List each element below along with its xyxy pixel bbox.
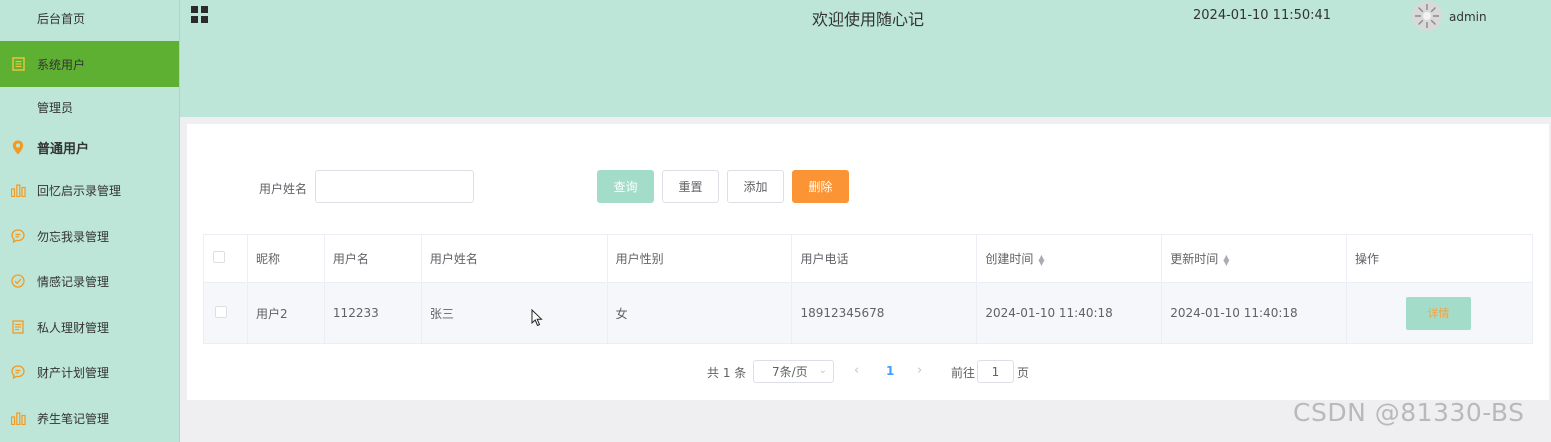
document-icon xyxy=(10,319,26,335)
goto-unit: 页 xyxy=(1017,366,1030,380)
column-header-label: 更新时间 xyxy=(1170,252,1219,266)
sidebar-item-label: 养生笔记管理 xyxy=(37,411,110,426)
sidebar-item-health-notes[interactable]: 养生笔记管理 xyxy=(0,398,179,438)
sidebar-item-home[interactable]: 后台首页 xyxy=(0,0,179,36)
table-header-row: 昵称 用户名 用户姓名 用户性别 用户电话 创建时间 ▲ ▼ 更新时间 ▲ ▼ 操作 xyxy=(203,234,1533,283)
column-header-sortable[interactable]: 更新时间 ▲ ▼ xyxy=(1161,234,1348,283)
page-size-select[interactable]: 7条/页 ⌄ xyxy=(753,360,834,383)
sidebar-item-label: 回忆启示录管理 xyxy=(37,183,122,198)
menu-grid-icon[interactable] xyxy=(191,6,208,23)
document-icon xyxy=(10,56,26,72)
users-table: 昵称 用户名 用户姓名 用户性别 用户电话 创建时间 ▲ ▼ 更新时间 ▲ ▼ 操作 用… xyxy=(203,234,1533,344)
sidebar-item-label: 财产计划管理 xyxy=(37,365,110,380)
column-header: 用户性别 xyxy=(607,234,793,283)
column-header: 用户姓名 xyxy=(421,234,608,283)
sort-icon[interactable]: ▲ ▼ xyxy=(1223,253,1229,266)
check-circle-icon xyxy=(10,273,26,289)
delete-button[interactable]: 删除 xyxy=(792,170,849,203)
sort-icon[interactable]: ▲ ▼ xyxy=(1038,253,1044,266)
search-label: 用户姓名 xyxy=(259,182,308,196)
pagination-total: 共 1 条 xyxy=(707,366,747,380)
watermark: CSDN @81330-BS xyxy=(1293,398,1525,427)
page-number-current[interactable]: 1 xyxy=(886,364,894,378)
cell-action: 详情 xyxy=(1346,282,1533,344)
sidebar-item-admin[interactable]: 管理员 xyxy=(0,87,179,127)
cell-created: 2024-01-10 11:40:18 xyxy=(976,282,1163,344)
sidebar-item-label: 普通用户 xyxy=(37,141,90,157)
sidebar-item-label: 私人理财管理 xyxy=(37,320,110,335)
goto-page-input[interactable] xyxy=(977,360,1014,383)
row-checkbox[interactable] xyxy=(215,305,227,318)
sidebar-item-label: 管理员 xyxy=(37,100,74,115)
reset-button[interactable]: 重置 xyxy=(662,170,719,203)
current-datetime: 2024-01-10 11:50:41 xyxy=(1193,8,1332,23)
sidebar-item-label: 情感记录管理 xyxy=(37,274,110,289)
cell-realname: 张三 xyxy=(421,282,608,344)
location-pin-icon xyxy=(10,139,26,155)
add-button[interactable]: 添加 xyxy=(727,170,784,203)
sidebar-item-memory[interactable]: 回忆启示录管理 xyxy=(0,170,179,210)
column-header-sortable[interactable]: 创建时间 ▲ ▼ xyxy=(976,234,1163,283)
sidebar-item-label: 后台首页 xyxy=(37,11,86,26)
next-page-button[interactable]: › xyxy=(917,363,922,378)
column-header-label: 创建时间 xyxy=(985,252,1034,266)
chevron-down-icon: ⌄ xyxy=(818,365,827,376)
page-title: 欢迎使用随心记 xyxy=(812,10,925,29)
main-panel: 用户姓名 查询 重置 添加 删除 昵称 用户名 用户姓名 用户性别 用户电话 创… xyxy=(187,124,1549,400)
sidebar-item-label: 勿忘我录管理 xyxy=(37,229,110,244)
cell-updated: 2024-01-10 11:40:18 xyxy=(1161,282,1348,344)
search-input[interactable] xyxy=(315,170,474,203)
sidebar-item-forget-me-not[interactable]: 勿忘我录管理 xyxy=(0,216,179,256)
mouse-cursor-icon xyxy=(531,309,543,327)
sidebar-item-asset-plan[interactable]: 财产计划管理 xyxy=(0,352,179,392)
cell-phone: 18912345678 xyxy=(791,282,978,344)
sidebar-item-normal-users[interactable]: 普通用户 xyxy=(0,127,179,167)
column-header: 昵称 xyxy=(247,234,325,283)
chat-bubble-icon xyxy=(10,364,26,380)
chat-bubble-icon xyxy=(10,228,26,244)
sidebar-item-finance[interactable]: 私人理财管理 xyxy=(0,307,179,347)
goto-label: 前往 xyxy=(951,366,976,380)
sidebar-item-label: 系统用户 xyxy=(37,57,86,72)
bar-chart-icon xyxy=(10,410,26,426)
bar-chart-icon xyxy=(10,182,26,198)
pagination: 共 1 条 7条/页 ⌄ ‹ 1 › 前往 页 xyxy=(187,360,1549,384)
top-header: 欢迎使用随心记 2024-01-10 11:50:41 admin xyxy=(180,0,1551,117)
page-size-value: 7条/页 xyxy=(772,365,808,379)
username[interactable]: admin xyxy=(1449,10,1487,24)
sidebar: 后台首页 系统用户 管理员 普通用户 回忆启示录管理 勿忘我录管理 情感记录管理 xyxy=(0,0,180,442)
sidebar-item-emotion[interactable]: 情感记录管理 xyxy=(0,261,179,301)
prev-page-button[interactable]: ‹ xyxy=(854,363,859,378)
avatar[interactable] xyxy=(1412,1,1442,31)
cell-gender: 女 xyxy=(607,282,793,344)
sidebar-item-system-users[interactable]: 系统用户 xyxy=(0,41,179,87)
cell-username: 112233 xyxy=(324,282,422,344)
select-all-checkbox[interactable] xyxy=(213,251,225,263)
table-row: 用户2 112233 张三 女 18912345678 2024-01-10 1… xyxy=(203,282,1533,344)
detail-button[interactable]: 详情 xyxy=(1406,296,1472,330)
select-all-cell xyxy=(203,234,248,283)
query-button[interactable]: 查询 xyxy=(597,170,654,203)
column-header: 用户电话 xyxy=(791,234,978,283)
column-header: 操作 xyxy=(1346,234,1533,283)
cell-nickname: 用户2 xyxy=(247,282,325,344)
row-select-cell xyxy=(203,282,248,344)
column-header: 用户名 xyxy=(324,234,422,283)
